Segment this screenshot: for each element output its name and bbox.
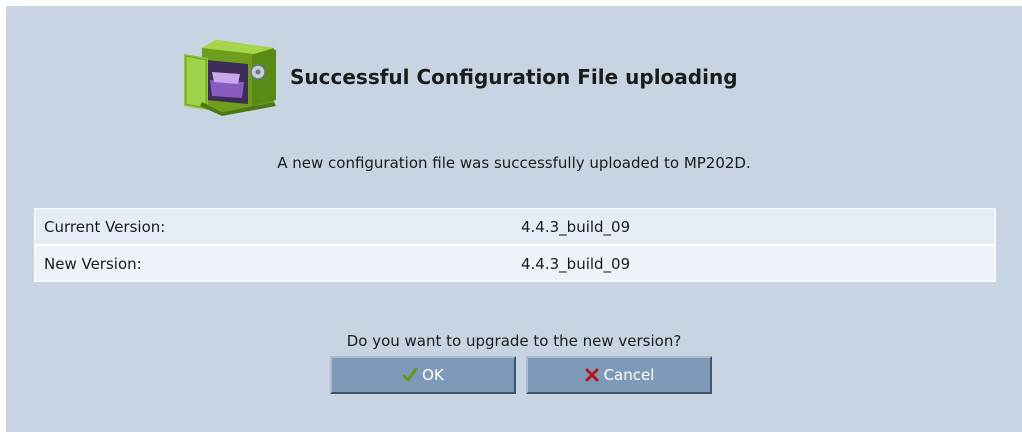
cancel-button[interactable]: Cancel — [526, 356, 712, 394]
upgrade-question: Do you want to upgrade to the new versio… — [346, 332, 682, 350]
button-bar: OK Cancel — [330, 356, 712, 394]
version-table: Current Version: 4.4.3_build_09 New Vers… — [34, 208, 996, 282]
current-version-value: 4.4.3_build_09 — [521, 217, 631, 236]
new-version-value: 4.4.3_build_09 — [521, 254, 631, 273]
table-row: Current Version: 4.4.3_build_09 — [34, 208, 996, 245]
current-version-label: Current Version: — [44, 217, 166, 236]
ok-button-label: OK — [422, 366, 444, 384]
new-version-label: New Version: — [44, 254, 142, 273]
ok-button[interactable]: OK — [330, 356, 516, 394]
cancel-button-label: Cancel — [603, 366, 655, 384]
check-icon — [402, 367, 418, 382]
dialog-header: Successful Configuration File uploading — [182, 36, 738, 118]
success-message: A new configuration file was successfull… — [277, 154, 751, 172]
page-title: Successful Configuration File uploading — [290, 65, 738, 89]
safe-box-icon — [184, 40, 276, 116]
table-row: New Version: 4.4.3_build_09 — [34, 245, 996, 282]
x-icon — [585, 368, 599, 382]
dialog-panel: Successful Configuration File uploading … — [6, 6, 1022, 432]
